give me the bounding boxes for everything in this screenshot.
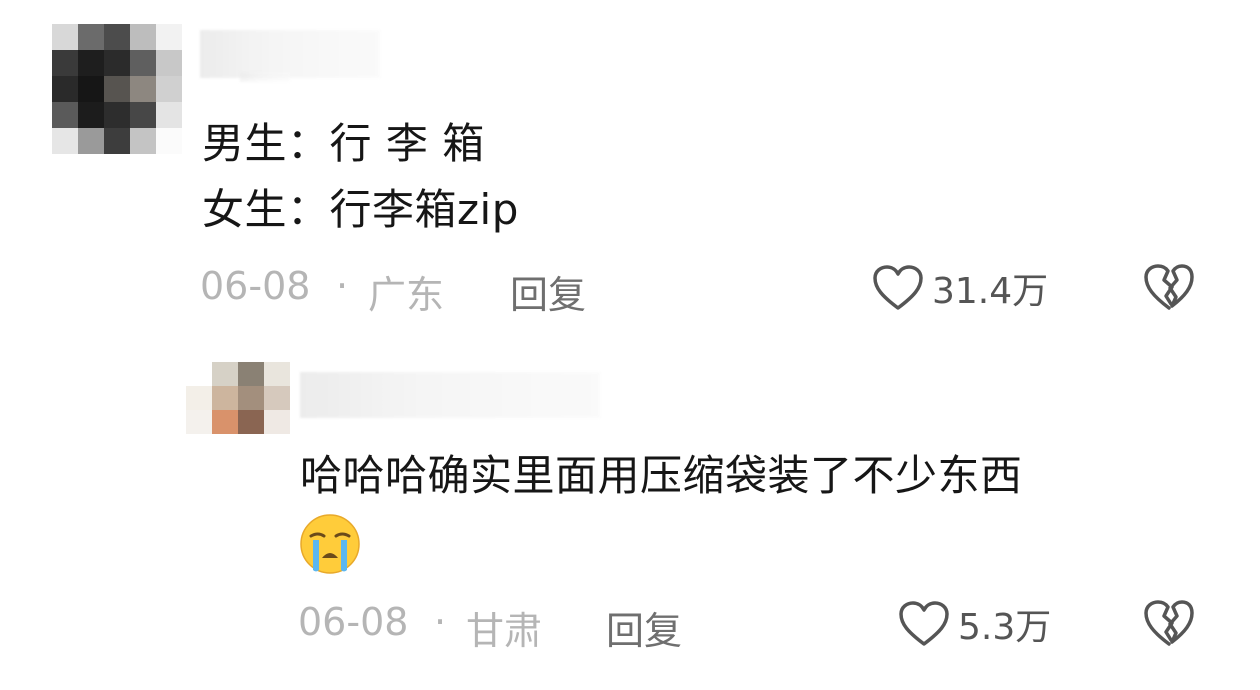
comment-text-line-1: 男生：行 李 箱 — [202, 119, 485, 168]
heart-outline-icon — [873, 265, 923, 310]
username-detail — [240, 72, 290, 82]
broken-heart-icon — [1144, 600, 1194, 646]
comment-location: 甘肃 — [466, 609, 543, 653]
like-count: 31.4万 — [932, 271, 1049, 312]
loudly-crying-face-emoji — [298, 512, 362, 580]
comment-list: 男生：行 李 箱 女生：行李箱zip 06-08 · 广东 回复 31.4万 哈… — [0, 0, 1260, 690]
like-count: 5.3万 — [958, 607, 1052, 648]
comment-location: 广东 — [368, 273, 445, 317]
dislike-button[interactable] — [1142, 598, 1196, 652]
dislike-button[interactable] — [1142, 262, 1196, 316]
avatar[interactable] — [186, 362, 290, 434]
heart-outline-icon — [899, 601, 949, 646]
comment-date: 06-08 — [298, 600, 409, 644]
like-button[interactable]: 31.4万 — [872, 262, 1048, 314]
comment-date: 06-08 — [200, 264, 311, 308]
username[interactable] — [300, 372, 600, 418]
like-button[interactable]: 5.3万 — [898, 598, 1051, 650]
reply-button[interactable]: 回复 — [606, 600, 682, 655]
comment-text-line-2: 女生：行李箱zip — [202, 185, 519, 234]
broken-heart-icon — [1144, 264, 1194, 310]
username[interactable] — [200, 30, 380, 78]
comment-text-line-1: 哈哈哈确实里面用压缩袋装了不少东西 — [300, 451, 1023, 500]
reply-button[interactable]: 回复 — [510, 264, 586, 319]
meta-separator: · — [336, 264, 349, 308]
meta-separator: · — [434, 600, 447, 644]
avatar[interactable] — [52, 24, 182, 154]
